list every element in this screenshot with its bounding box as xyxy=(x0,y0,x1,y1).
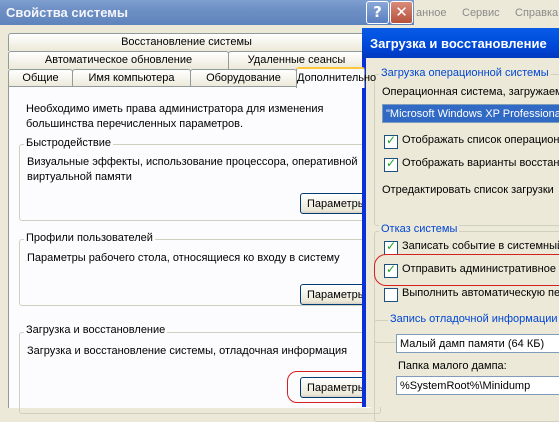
startup-recovery-window: Загрузка и восстановление Загрузка опера… xyxy=(362,28,559,422)
show-recovery-options-checkbox[interactable] xyxy=(384,156,398,172)
default-os-select[interactable]: "Microsoft Windows XP Professional xyxy=(382,104,559,123)
default-os-label: Операционная система, загружаем xyxy=(382,86,559,98)
help-button[interactable]: ? xyxy=(366,1,389,24)
close-button[interactable]: ✕ xyxy=(390,1,413,24)
edit-boot-list-label: Отредактировать список загрузки xyxy=(382,184,554,196)
performance-text-2: виртуальной памяти xyxy=(27,171,132,183)
show-os-list-label[interactable]: Отображать список операцион xyxy=(402,133,559,148)
performance-text-1: Визуальные эффекты, использование процес… xyxy=(27,156,358,168)
intro-line-2: большинства перечисленных параметров. xyxy=(26,118,244,130)
debug-info-group-title: Запись отладочной информации xyxy=(388,313,559,325)
intro-line-1: Необходимо иметь права администратора дл… xyxy=(26,103,324,115)
auto-restart-label[interactable]: Выполнить автоматическую пе xyxy=(402,286,559,301)
dump-type-select[interactable]: Малый дамп памяти (64 КБ) xyxy=(396,334,559,353)
auto-restart-checkbox[interactable] xyxy=(384,288,398,302)
os-startup-group-title: Загрузка операционной системы xyxy=(379,67,551,79)
tab-hardware[interactable]: Оборудование xyxy=(190,69,297,87)
menu-item-help[interactable]: Справка xyxy=(515,7,558,19)
show-os-list-checkbox[interactable] xyxy=(384,133,398,149)
startup-recovery-body: Загрузка операционной системы Операционн… xyxy=(366,58,559,422)
tab-computer-name[interactable]: Имя компьютера xyxy=(72,69,191,87)
background-menubar: анное Сервис Справка xyxy=(414,0,559,25)
tab-automatic-updates[interactable]: Автоматическое обновление xyxy=(8,51,229,69)
startup-text: Загрузка и восстановление системы, отлад… xyxy=(27,345,348,357)
dump-folder-input[interactable]: %SystemRoot%\Minidump xyxy=(396,376,559,395)
window-title: Свойства системы xyxy=(6,5,128,20)
profiles-group-title: Профили пользователей xyxy=(24,232,155,244)
tab-general[interactable]: Общие xyxy=(8,69,73,87)
dump-folder-label: Папка малого дампа: xyxy=(398,360,507,372)
profiles-text: Параметры рабочего стола, относящиеся ко… xyxy=(27,252,340,264)
dialog-title: Загрузка и восстановление xyxy=(370,36,547,51)
advanced-tab-panel: Необходимо иметь права администратора дл… xyxy=(8,86,381,414)
tab-system-restore[interactable]: Восстановление системы xyxy=(8,33,365,51)
show-recovery-options-label[interactable]: Отображать варианты восстан xyxy=(402,156,559,171)
highlight-ring-auto-restart xyxy=(374,254,559,286)
menu-item-tools[interactable]: Сервис xyxy=(462,7,500,19)
system-failure-group-title: Отказ системы xyxy=(379,223,460,235)
write-event-label[interactable]: Записать событие в системный xyxy=(402,239,559,254)
menu-item-data[interactable]: анное xyxy=(416,7,447,19)
performance-group-title: Быстродействие xyxy=(24,137,113,149)
startup-recovery-titlebar[interactable]: Загрузка и восстановление xyxy=(362,28,559,58)
startup-group-title: Загрузка и восстановление xyxy=(24,324,168,336)
write-event-checkbox[interactable] xyxy=(384,239,398,255)
tab-advanced[interactable]: Дополнительно xyxy=(296,67,376,88)
